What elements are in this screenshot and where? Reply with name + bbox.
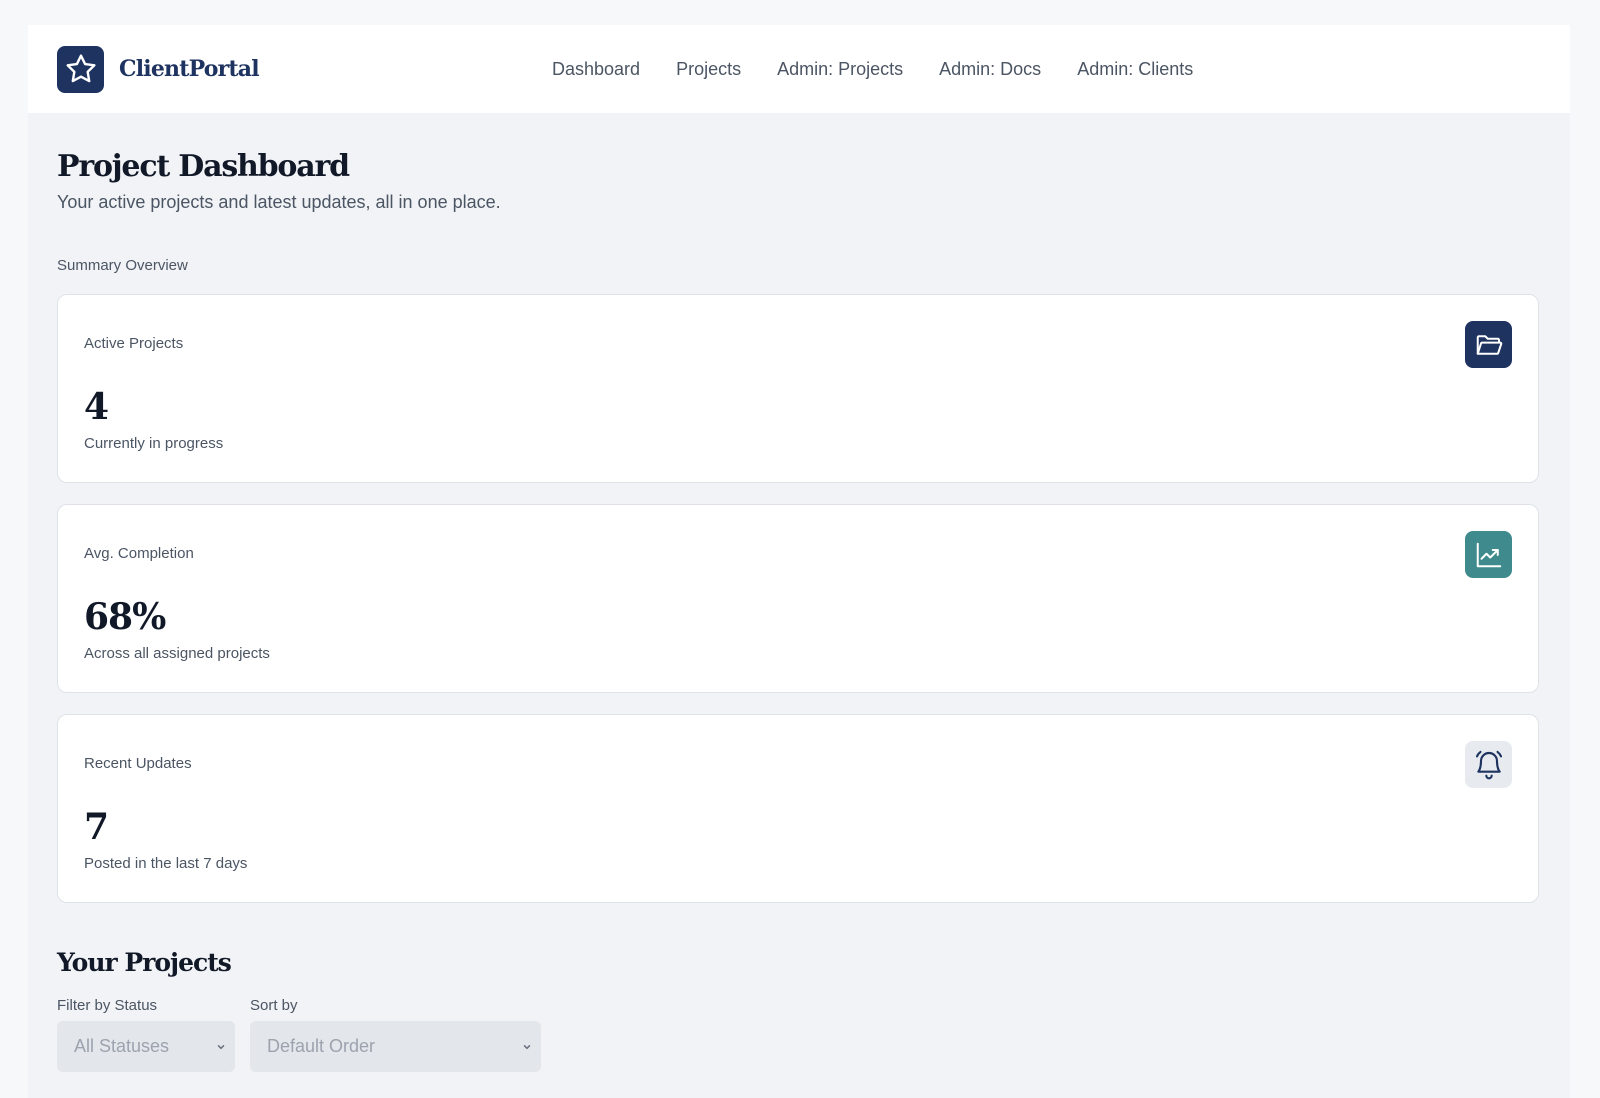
page-subtitle: Your active projects and latest updates,…: [57, 192, 501, 212]
nav-dashboard[interactable]: Dashboard: [552, 59, 640, 80]
app-frame: ClientPortal Dashboard Projects Admin: P…: [28, 25, 1570, 1098]
status-filter-group: Filter by Status All Statuses: [57, 997, 235, 1072]
trend-chart-icon: [1465, 531, 1512, 578]
stat-card-active-projects: Active Projects 4 Currently in progress: [57, 294, 1539, 483]
stat-card-note: Currently in progress: [84, 435, 224, 452]
folder-icon: [1465, 321, 1512, 368]
stat-card-value: 4: [84, 386, 109, 428]
stat-card-note: Posted in the last 7 days: [84, 855, 248, 872]
nav-admin-clients[interactable]: Admin: Clients: [1077, 59, 1193, 80]
nav-projects[interactable]: Projects: [676, 59, 741, 80]
stat-card-value: 68%: [84, 596, 166, 638]
stat-card-note: Across all assigned projects: [84, 645, 270, 662]
brand[interactable]: ClientPortal: [57, 45, 260, 93]
project-filters: Filter by Status All Statuses Sort by De…: [57, 997, 1541, 1072]
sort-label: Sort by: [250, 997, 298, 1014]
page-title: Project Dashboard: [57, 149, 350, 184]
status-filter-select[interactable]: All Statuses: [57, 1021, 235, 1072]
main-content: Project Dashboard Your active projects a…: [28, 113, 1570, 1072]
summary-section-label: Summary Overview: [57, 257, 188, 274]
sort-select[interactable]: Default Order: [250, 1021, 541, 1072]
stat-card-label: Active Projects: [84, 335, 184, 352]
stat-card-label: Recent Updates: [84, 755, 192, 772]
brand-name: ClientPortal: [119, 56, 260, 82]
stat-card-recent-updates: Recent Updates 7 Posted in the last 7 da…: [57, 714, 1539, 903]
stat-card-value: 7: [84, 806, 109, 848]
chevron-down-icon: [521, 1041, 533, 1053]
top-navbar: ClientPortal Dashboard Projects Admin: P…: [28, 25, 1570, 113]
your-projects-heading: Your Projects: [57, 948, 232, 977]
bell-icon: [1465, 741, 1512, 788]
sort-group: Sort by Default Order: [250, 997, 541, 1072]
status-filter-value: All Statuses: [74, 1036, 170, 1056]
status-filter-label: Filter by Status: [57, 997, 158, 1014]
stat-card-avg-completion: Avg. Completion 68% Across all assigned …: [57, 504, 1539, 693]
sort-value: Default Order: [267, 1036, 376, 1056]
nav-admin-projects[interactable]: Admin: Projects: [777, 59, 903, 80]
stat-card-label: Avg. Completion: [84, 545, 194, 562]
summary-cards: Active Projects 4 Currently in progress …: [57, 294, 1541, 903]
chevron-down-icon: [215, 1041, 227, 1053]
nav-admin-docs[interactable]: Admin: Docs: [939, 59, 1041, 80]
star-icon: [57, 45, 104, 93]
main-nav: Dashboard Projects Admin: Projects Admin…: [552, 25, 1193, 113]
